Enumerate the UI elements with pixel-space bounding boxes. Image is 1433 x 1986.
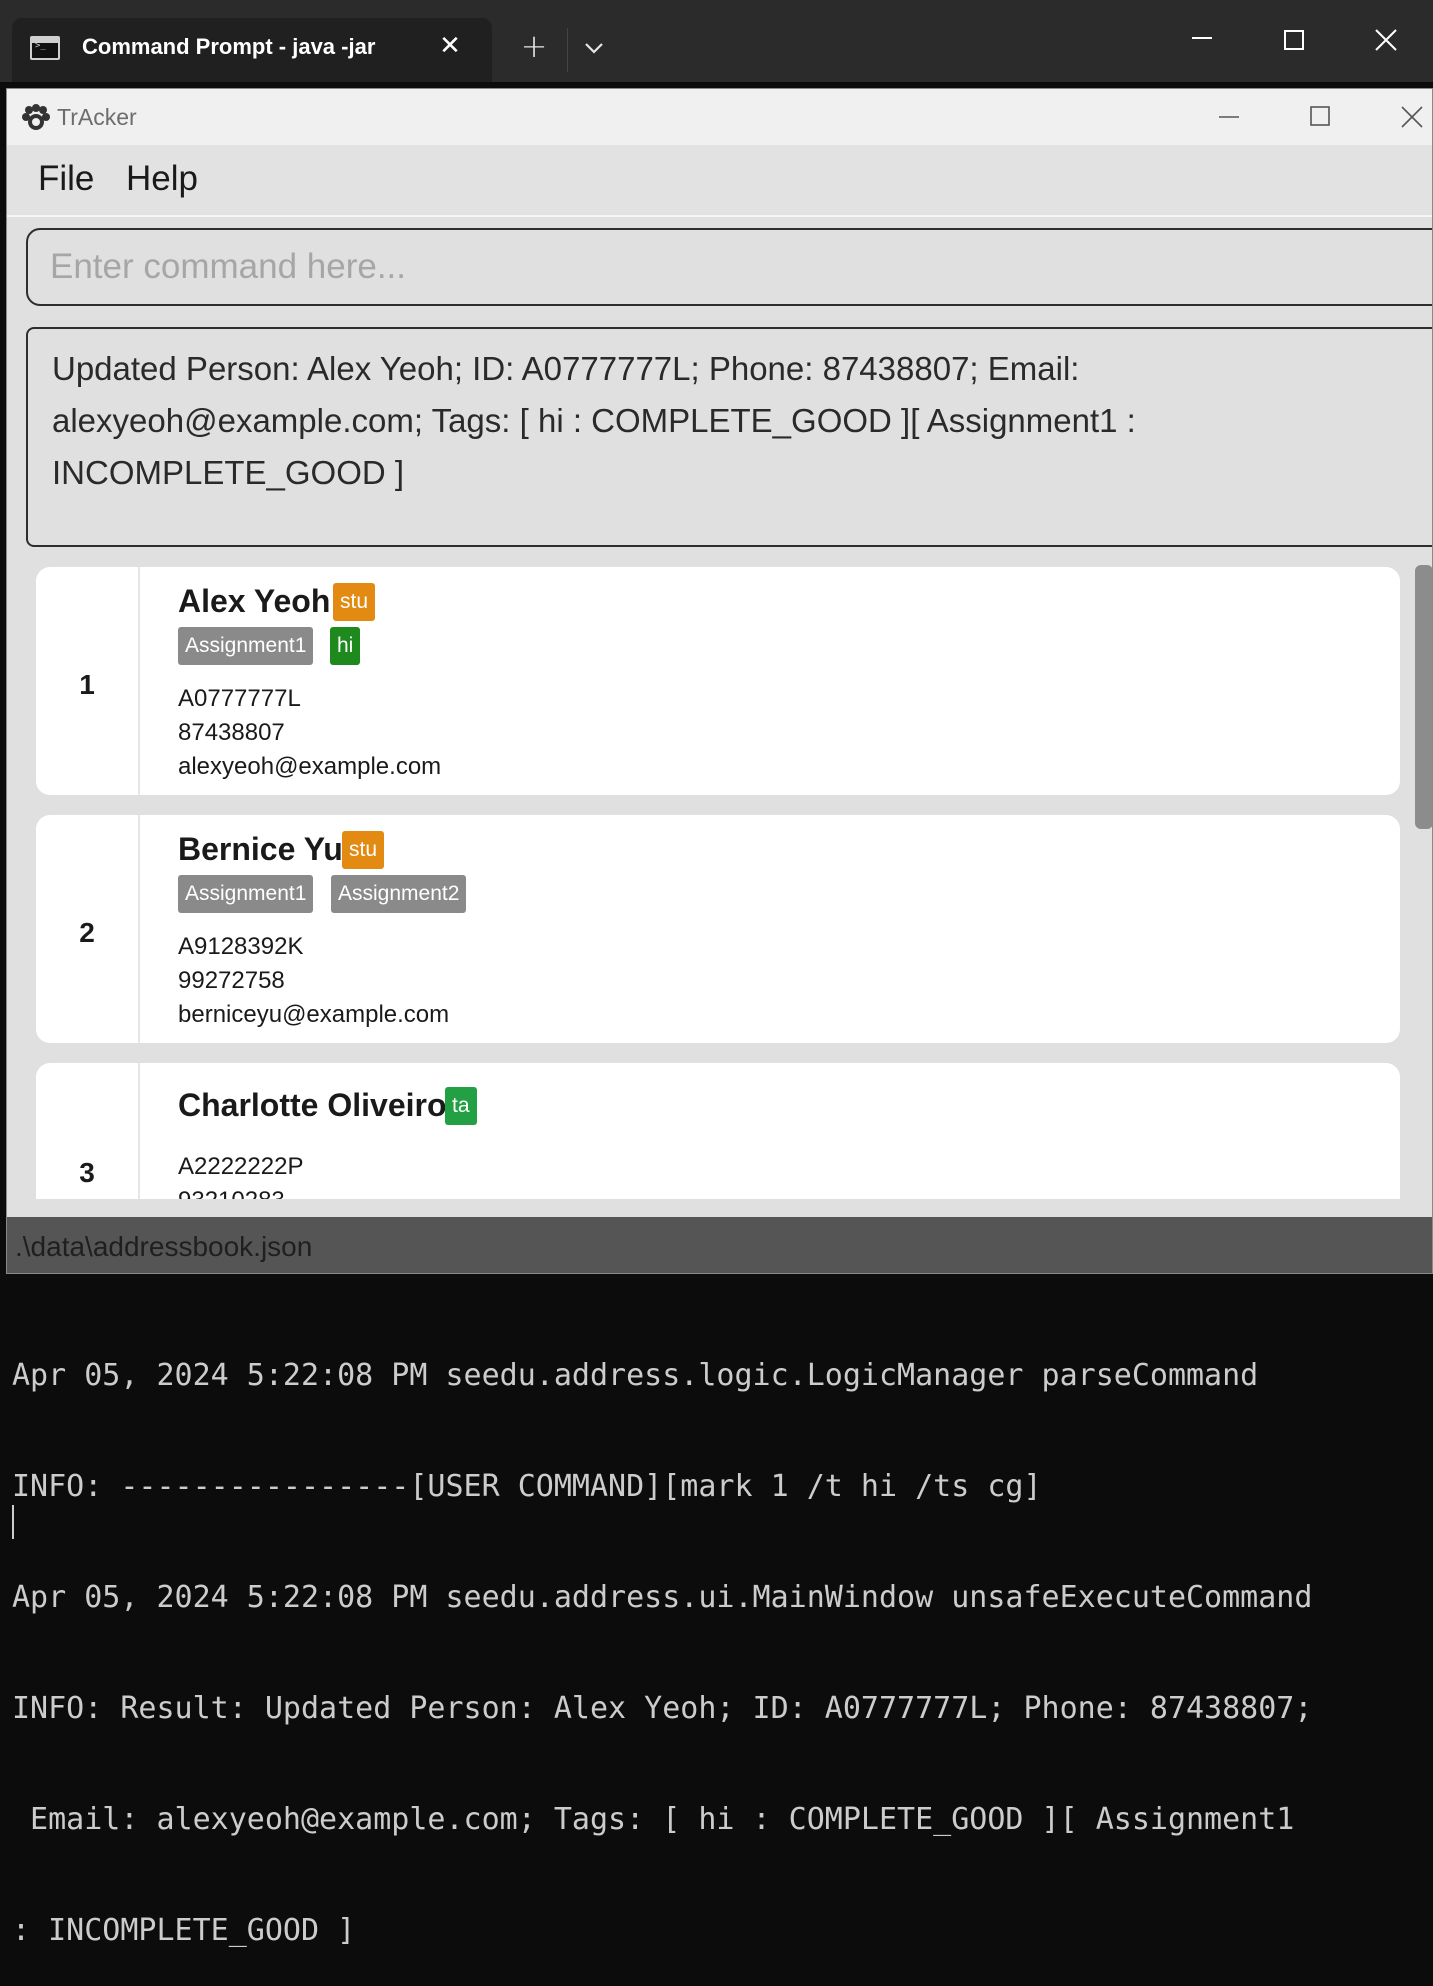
terminal-line: Email: alexyeoh@example.com; Tags: [ hi … bbox=[12, 1802, 1295, 1837]
person-index: 1 bbox=[79, 669, 95, 700]
person-phone: 93210283 bbox=[178, 1187, 285, 1199]
tag-badge: Assignment1 bbox=[178, 627, 314, 665]
person-name: Charlotte Oliveiro bbox=[178, 1087, 447, 1123]
terminal-tab-bar: Command Prompt - java -jar ✕ + bbox=[0, 0, 1433, 82]
tag-badge: Assignment1 bbox=[178, 875, 314, 913]
menu-file[interactable]: File bbox=[38, 159, 94, 199]
app-minimize-icon[interactable] bbox=[1207, 101, 1251, 133]
tab-separator bbox=[567, 28, 568, 72]
menu-help[interactable]: Help bbox=[126, 159, 198, 199]
person-card[interactable]: 3 Charlotte Oliveiro ta A2222222P 932102… bbox=[36, 1063, 1400, 1199]
close-tab-icon[interactable]: ✕ bbox=[436, 32, 464, 60]
app-titlebar: TrAcker bbox=[7, 89, 1432, 145]
tag-badge: hi bbox=[330, 627, 361, 665]
terminal-line: Apr 05, 2024 5:22:08 PM seedu.address.lo… bbox=[12, 1358, 1259, 1393]
app-title: TrAcker bbox=[57, 104, 137, 130]
person-phone: 99272758 bbox=[178, 967, 285, 994]
command-box bbox=[26, 228, 1432, 306]
result-text: Updated Person: Alex Yeoh; ID: A0777777L… bbox=[52, 350, 1136, 491]
person-name: Bernice Yu bbox=[178, 831, 343, 867]
list-scrollbar[interactable] bbox=[1415, 565, 1432, 829]
person-card[interactable]: 1 Alex Yeoh stu Assignment1 hi A0777777L… bbox=[36, 567, 1400, 795]
person-id: A2222222P bbox=[178, 1153, 304, 1180]
person-card[interactable]: 2 Bernice Yu stu Assignment1 Assignment2… bbox=[36, 815, 1400, 1043]
terminal-cursor bbox=[12, 1505, 14, 1539]
card-divider bbox=[138, 567, 140, 795]
menu-bar: File Help bbox=[7, 145, 1432, 217]
terminal-tab[interactable]: Command Prompt - java -jar ✕ bbox=[12, 18, 492, 82]
app-close-icon[interactable] bbox=[1390, 101, 1432, 133]
role-badge: ta bbox=[445, 1087, 477, 1125]
maximize-icon[interactable] bbox=[1274, 24, 1314, 58]
role-badge: stu bbox=[333, 583, 376, 621]
terminal-line: : INCOMPLETE_GOOD ] bbox=[12, 1913, 356, 1948]
terminal-line: INFO: ----------------[USER COMMAND][mar… bbox=[12, 1469, 1042, 1504]
chevron-down-icon[interactable] bbox=[580, 34, 608, 62]
person-phone: 87438807 bbox=[178, 719, 285, 746]
new-tab-icon[interactable]: + bbox=[518, 30, 550, 62]
minimize-icon[interactable] bbox=[1182, 24, 1222, 58]
card-divider bbox=[138, 1063, 140, 1199]
person-email: alexyeoh@example.com bbox=[178, 753, 442, 780]
command-prompt-icon bbox=[30, 36, 60, 60]
app-maximize-icon[interactable] bbox=[1298, 101, 1342, 133]
tag-badge: Assignment2 bbox=[331, 875, 467, 913]
terminal-tab-title: Command Prompt - java -jar bbox=[82, 34, 376, 59]
close-icon[interactable] bbox=[1366, 24, 1406, 58]
result-display: Updated Person: Alex Yeoh; ID: A0777777L… bbox=[26, 327, 1432, 547]
status-bar: .\data\addressbook.json bbox=[7, 1217, 1432, 1273]
person-id: A0777777L bbox=[178, 685, 301, 712]
tracker-window: TrAcker File Help Updated Person: Alex Y… bbox=[6, 88, 1433, 1274]
person-id: A9128392K bbox=[178, 933, 304, 960]
person-name: Alex Yeoh bbox=[178, 583, 331, 619]
person-index: 3 bbox=[79, 1157, 95, 1188]
card-divider bbox=[138, 815, 140, 1043]
terminal-line: INFO: Result: Updated Person: Alex Yeoh;… bbox=[12, 1691, 1313, 1726]
role-badge: stu bbox=[342, 831, 385, 869]
person-index: 2 bbox=[79, 917, 95, 948]
command-input[interactable] bbox=[50, 242, 1410, 292]
save-location: .\data\addressbook.json bbox=[15, 1231, 313, 1262]
person-list[interactable]: 1 Alex Yeoh stu Assignment1 hi A0777777L… bbox=[26, 559, 1432, 1199]
person-email: berniceyu@example.com bbox=[178, 1001, 450, 1028]
terminal-output: Apr 05, 2024 5:22:08 PM seedu.address.lo… bbox=[12, 1283, 1427, 1986]
terminal-line: Apr 05, 2024 5:22:08 PM seedu.address.ui… bbox=[12, 1580, 1313, 1615]
tracker-logo-icon bbox=[21, 103, 51, 131]
